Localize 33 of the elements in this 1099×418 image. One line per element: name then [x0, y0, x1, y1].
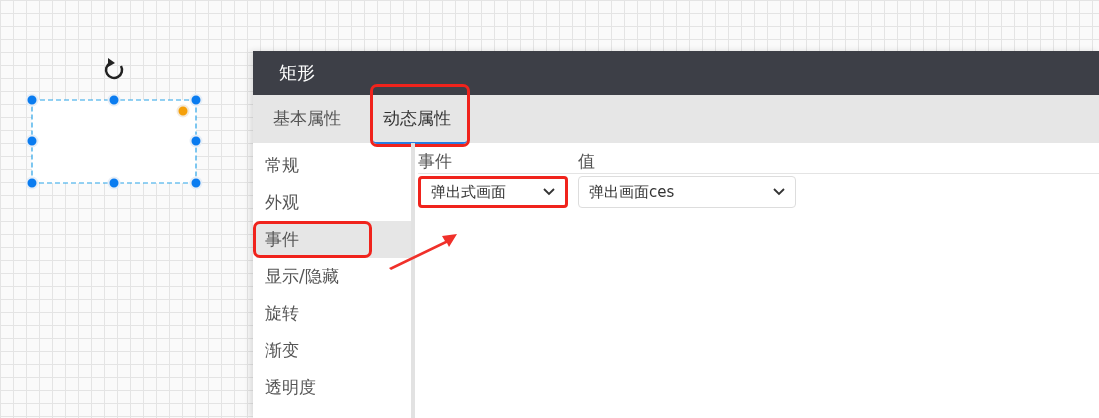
- menu-item-label: 透明度: [264, 376, 316, 399]
- chevron-down-icon: [773, 188, 785, 196]
- chevron-down-icon: [543, 188, 555, 196]
- panel-title: 矩形: [279, 61, 315, 85]
- resize-handle[interactable]: [189, 176, 203, 190]
- menu-item[interactable]: 事件: [256, 221, 411, 258]
- menu-item[interactable]: 旋转: [256, 295, 411, 332]
- resize-handle[interactable]: [25, 93, 39, 107]
- rotate-icon[interactable]: [104, 58, 124, 80]
- event-dropdown[interactable]: 弹出式画面: [418, 176, 568, 208]
- tab[interactable]: 动态属性: [373, 86, 467, 144]
- resize-handle[interactable]: [189, 93, 203, 107]
- value-dropdown[interactable]: 弹出画面ces: [578, 176, 796, 208]
- menu-item[interactable]: 显示/隐藏: [256, 258, 411, 295]
- resize-handle[interactable]: [25, 134, 39, 148]
- resize-handle[interactable]: [25, 176, 39, 190]
- menu-item[interactable]: 外观: [256, 184, 411, 221]
- menu-item[interactable]: 透明度: [256, 369, 411, 406]
- menu-item-label: 常规: [264, 154, 299, 177]
- tab[interactable]: 基本属性: [263, 97, 351, 141]
- menu-item-label: 旋转: [264, 302, 299, 325]
- resize-handle[interactable]: [107, 176, 121, 190]
- menu-item[interactable]: 渐变: [256, 332, 411, 369]
- column-header: 值: [578, 150, 595, 173]
- menu-item-label: 显示/隐藏: [264, 265, 339, 288]
- menu-item-label: 事件: [256, 224, 369, 255]
- column-header: 事件: [418, 150, 453, 173]
- resize-handle[interactable]: [107, 93, 121, 107]
- menu-item-label: 渐变: [264, 339, 299, 362]
- resize-handle[interactable]: [189, 134, 203, 148]
- menu-item-label: 外观: [264, 191, 299, 214]
- corner-handle[interactable]: [176, 104, 190, 118]
- menu-item[interactable]: 常规: [256, 147, 411, 184]
